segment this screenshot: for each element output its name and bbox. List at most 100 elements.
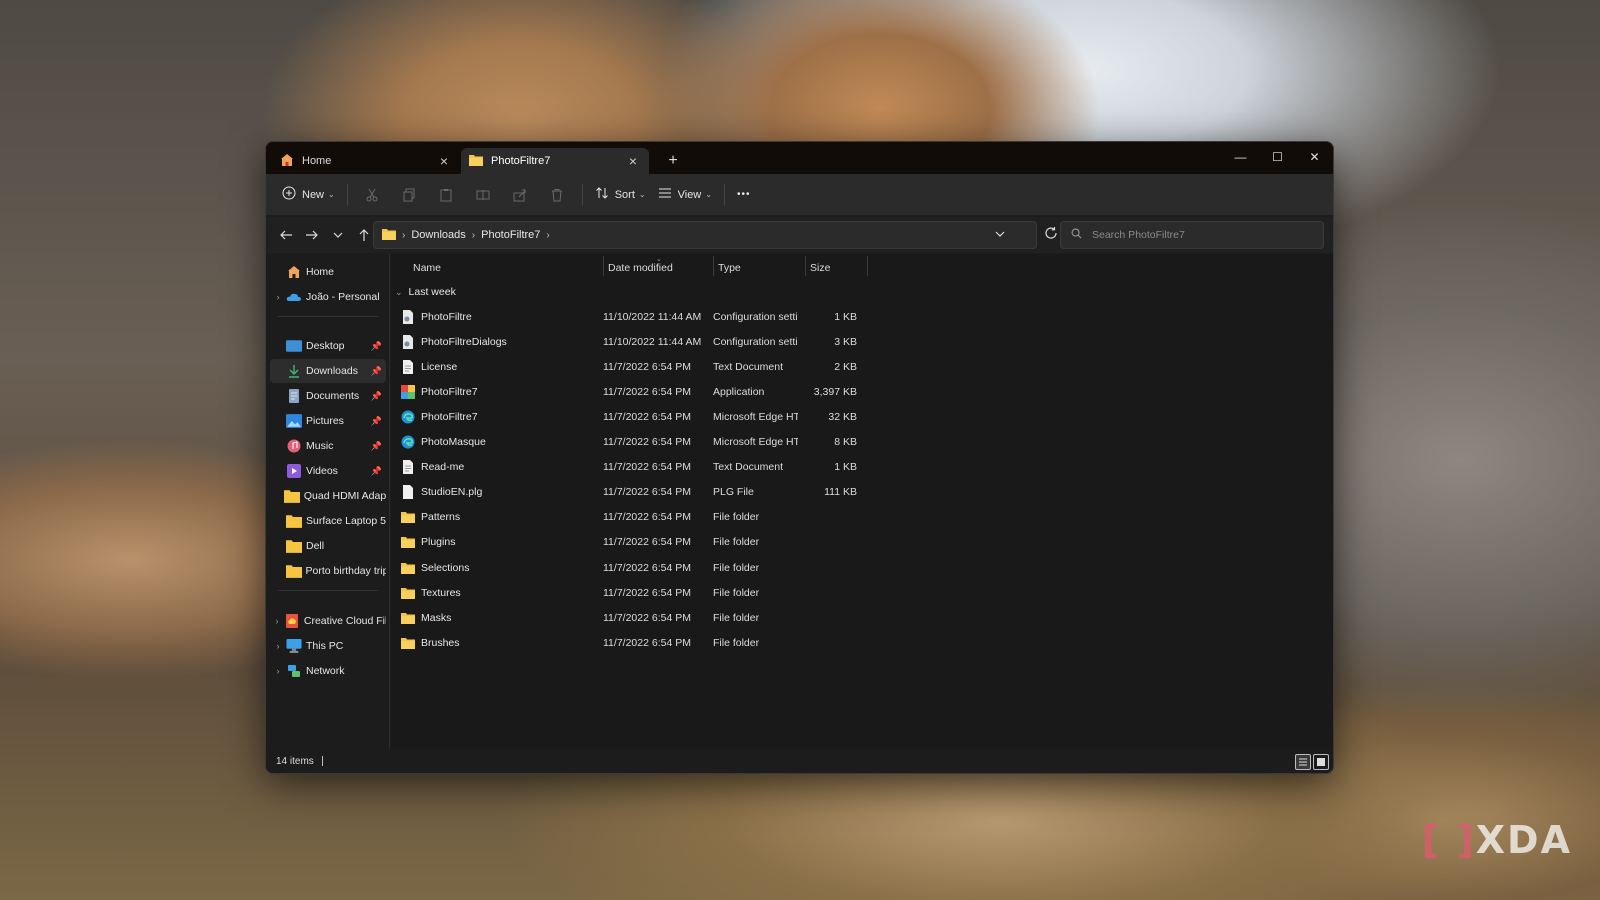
app-icon <box>401 384 421 399</box>
file-row[interactable]: StudioEN.plg 11/7/2022 6:54 PM PLG File 111… <box>391 480 871 505</box>
column-divider[interactable] <box>603 256 604 276</box>
cut-icon[interactable] <box>354 180 391 210</box>
breadcrumb-downloads[interactable]: Downloads <box>411 229 465 241</box>
file-type: PLG File <box>713 486 754 499</box>
file-row[interactable]: Patterns 11/7/2022 6:54 PM File folder <box>391 505 871 530</box>
sidebar-item-videos[interactable]: Videos 📌 <box>270 459 386 483</box>
sort-button[interactable]: Sort ⌄ <box>589 180 652 210</box>
file-date: 11/7/2022 6:54 PM <box>603 511 691 524</box>
forward-button[interactable] <box>300 223 324 247</box>
recent-locations-button[interactable] <box>326 223 350 247</box>
file-type: Microsoft Edge HT... <box>713 436 798 448</box>
back-button[interactable] <box>274 223 298 247</box>
file-row[interactable]: PhotoFiltre 11/10/2022 11:44 AM Configurat… <box>391 304 871 329</box>
sidebar-item-surface-laptop[interactable]: Surface Laptop 5 <box>270 509 386 533</box>
search-icon <box>1071 228 1082 242</box>
file-row[interactable]: License 11/7/2022 6:54 PM Text Document 2 K… <box>391 354 871 379</box>
more-options-button[interactable]: ••• <box>731 180 757 210</box>
sidebar-item-documents[interactable]: Documents 📌 <box>270 384 386 408</box>
pin-icon: 📌 <box>370 465 382 476</box>
sidebar-item-desktop[interactable]: Desktop 📌 <box>270 334 386 358</box>
file-row[interactable]: Brushes 11/7/2022 6:54 PM File folder <box>391 630 871 655</box>
sidebar-item-creative-cloud[interactable]: › Creative Cloud Files <box>270 609 386 633</box>
paste-icon[interactable] <box>428 180 465 210</box>
sidebar-divider <box>278 316 378 317</box>
file-type: Configuration setti... <box>713 310 798 323</box>
file-size: 3,397 KB <box>813 385 857 398</box>
file-row[interactable]: Read-me 11/7/2022 6:54 PM Text Document 1 K… <box>391 455 871 480</box>
sidebar-item-quad-hdmi[interactable]: Quad HDMI Adapter <box>270 484 386 508</box>
pc-icon <box>286 639 302 653</box>
navigation-pane: Home › João - Personal Desktop 📌 Downloa… <box>266 254 390 750</box>
sidebar-item-home[interactable]: Home <box>270 260 386 284</box>
search-input[interactable] <box>1092 229 1312 241</box>
column-header-date[interactable]: Date modified <box>608 254 673 282</box>
column-header-name[interactable]: Name <box>413 254 441 282</box>
rename-icon[interactable] <box>465 180 502 210</box>
share-icon[interactable] <box>502 180 539 210</box>
file-row[interactable]: Textures 11/7/2022 6:54 PM File folder <box>391 580 871 605</box>
file-row[interactable]: PhotoFiltreDialogs 11/10/2022 11:44 AM Con… <box>391 329 871 354</box>
column-header-size[interactable]: Size <box>810 254 830 282</box>
file-row[interactable]: PhotoFiltre7 11/7/2022 6:54 PM Application… <box>391 379 871 404</box>
file-date: 11/7/2022 6:54 PM <box>603 561 691 574</box>
toolbar-divider <box>346 183 348 206</box>
file-size: 32 KB <box>828 410 857 423</box>
sidebar-item-dell[interactable]: Dell <box>270 534 386 558</box>
new-tab-button[interactable]: + <box>662 150 684 172</box>
download-icon <box>289 365 299 378</box>
close-tab-icon[interactable]: × <box>436 153 452 169</box>
folder-icon <box>283 490 300 503</box>
address-dropdown-icon[interactable] <box>994 228 1006 243</box>
arrow-right-icon <box>306 230 318 240</box>
delete-icon[interactable] <box>539 180 576 210</box>
tab-home[interactable]: Home × <box>272 148 460 174</box>
file-size: 8 KB <box>834 436 857 448</box>
new-button[interactable]: New ⌄ <box>276 180 341 210</box>
column-divider[interactable] <box>867 256 868 276</box>
file-row[interactable]: Selections 11/7/2022 6:54 PM File folder <box>391 555 871 580</box>
sidebar-item-this-pc[interactable]: › This PC <box>270 634 386 658</box>
refresh-icon[interactable] <box>1044 226 1058 243</box>
file-date: 11/10/2022 11:44 AM <box>603 335 702 348</box>
details-view-icon <box>1299 758 1307 766</box>
column-divider[interactable] <box>713 256 714 276</box>
toolbar-divider <box>723 183 725 206</box>
search-box[interactable] <box>1060 221 1324 249</box>
group-header[interactable]: ⌄ Last week <box>395 282 456 302</box>
large-icons-view-button[interactable] <box>1313 754 1329 770</box>
copy-icon[interactable] <box>391 180 428 210</box>
file-row[interactable]: PhotoMasque 11/7/2022 6:54 PM Microsoft Ed… <box>391 430 871 455</box>
pin-icon: 📌 <box>370 440 382 451</box>
sidebar-item-music[interactable]: Music 📌 <box>270 434 386 458</box>
sidebar-item-onedrive[interactable]: › João - Personal <box>270 285 386 309</box>
file-size: 1 KB <box>834 461 857 474</box>
file-row[interactable]: Masks 11/7/2022 6:54 PM File folder <box>391 605 871 630</box>
file-row[interactable]: PhotoFiltre7 11/7/2022 6:54 PM Microsoft E… <box>391 404 871 429</box>
sort-label: Sort <box>614 188 635 201</box>
file-date: 11/7/2022 6:54 PM <box>603 360 691 373</box>
column-divider[interactable] <box>805 256 806 276</box>
file-row[interactable]: Plugins 11/7/2022 6:54 PM File folder <box>391 530 871 555</box>
close-window-button[interactable]: ✕ <box>1296 142 1333 172</box>
tiles-view-icon <box>1317 758 1325 766</box>
maximize-button[interactable]: ☐ <box>1259 142 1296 172</box>
tab-photofiltre7[interactable]: PhotoFiltre7 × <box>461 148 649 174</box>
chevron-right-icon: › <box>276 641 280 651</box>
sidebar-item-downloads[interactable]: Downloads 📌 <box>270 359 386 383</box>
breadcrumb-photofiltre7[interactable]: PhotoFiltre7 <box>481 229 540 241</box>
view-button[interactable]: View ⌄ <box>652 180 718 210</box>
file-size: 3 KB <box>834 335 857 348</box>
chevron-right-icon: › <box>402 229 406 241</box>
tab-label: PhotoFiltre7 <box>491 155 551 167</box>
sidebar-item-network[interactable]: › Network <box>270 659 386 683</box>
column-header-type[interactable]: Type <box>718 254 741 282</box>
sidebar-item-pictures[interactable]: Pictures 📌 <box>270 409 386 433</box>
minimize-button[interactable]: — <box>1222 142 1259 172</box>
details-view-button[interactable] <box>1295 754 1311 770</box>
close-tab-icon[interactable]: × <box>625 153 641 169</box>
address-bar[interactable]: › Downloads › PhotoFiltre7 › <box>373 221 1037 249</box>
pin-icon: 📌 <box>370 390 382 401</box>
sidebar-item-porto-trip[interactable]: Porto birthday trip <box>270 559 386 583</box>
file-name: StudioEN.plg <box>401 485 482 500</box>
